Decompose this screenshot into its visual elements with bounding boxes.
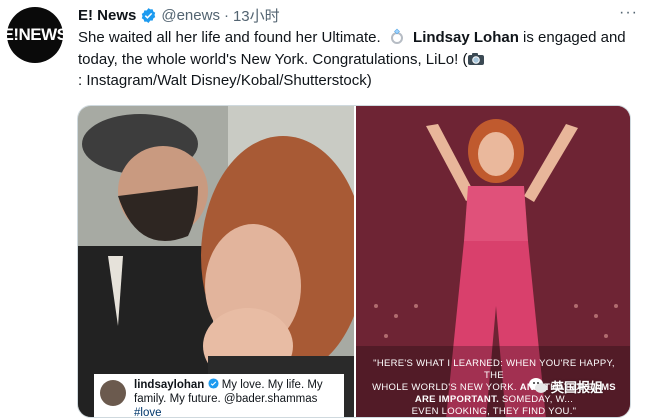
quote-line2: WHOLE WORLD'S NEW YORK. xyxy=(372,382,517,393)
tweet-text: She waited all her life and found her Ul… xyxy=(78,27,638,92)
camera-emoji-icon xyxy=(468,52,485,65)
instagram-caption: lindsaylohan My love. My life. My family… xyxy=(134,378,338,418)
account-name[interactable]: E! News xyxy=(78,7,136,24)
tweet-text-part1: She waited all her life and found her Ul… xyxy=(78,29,381,46)
engagement-photo[interactable]: lindsaylohan My love. My life. My family… xyxy=(78,106,354,418)
engagement-photo-art xyxy=(78,106,354,417)
verified-badge-icon xyxy=(142,7,156,23)
tweet-text-bold-name: Lindsay Lohan xyxy=(413,29,519,46)
ring-emoji-icon xyxy=(390,28,403,44)
instagram-verified-icon xyxy=(207,378,219,389)
instagram-username: lindsaylohan xyxy=(134,379,205,391)
avatar-logo-text: E!NEWS xyxy=(2,25,69,44)
more-options-icon[interactable]: ··· xyxy=(619,4,638,22)
separator-dot: · xyxy=(223,6,229,24)
movie-still-photo[interactable]: "HERE'S WHAT I LEARNED: WHEN YOU'RE HAPP… xyxy=(356,106,630,417)
tweet-text-part3: : Instagram/Walt Disney/Kobal/Shuttersto… xyxy=(78,72,372,89)
instagram-hashtag: #love xyxy=(134,407,162,418)
tweet-media[interactable]: lindsaylohan My love. My life. My family… xyxy=(77,105,631,418)
instagram-caption-card: lindsaylohan My love. My life. My family… xyxy=(94,374,344,418)
watermark: 英国报姐 xyxy=(528,376,603,396)
account-handle[interactable]: @enews xyxy=(161,7,220,24)
tweet-timestamp[interactable]: 13小时 xyxy=(233,5,280,26)
account-avatar[interactable]: E!NEWS xyxy=(3,7,68,63)
watermark-text: 英国报姐 xyxy=(551,379,604,395)
wechat-logo-icon xyxy=(529,378,547,393)
quote-line3-bold: ARE IMPORTANT. xyxy=(414,394,500,405)
quote-line4: EVEN LOOKING, THEY FIND YOU." xyxy=(411,406,577,417)
tweet-header: E! News @enews · 13小时 ··· xyxy=(78,4,638,26)
instagram-avatar xyxy=(100,380,126,406)
